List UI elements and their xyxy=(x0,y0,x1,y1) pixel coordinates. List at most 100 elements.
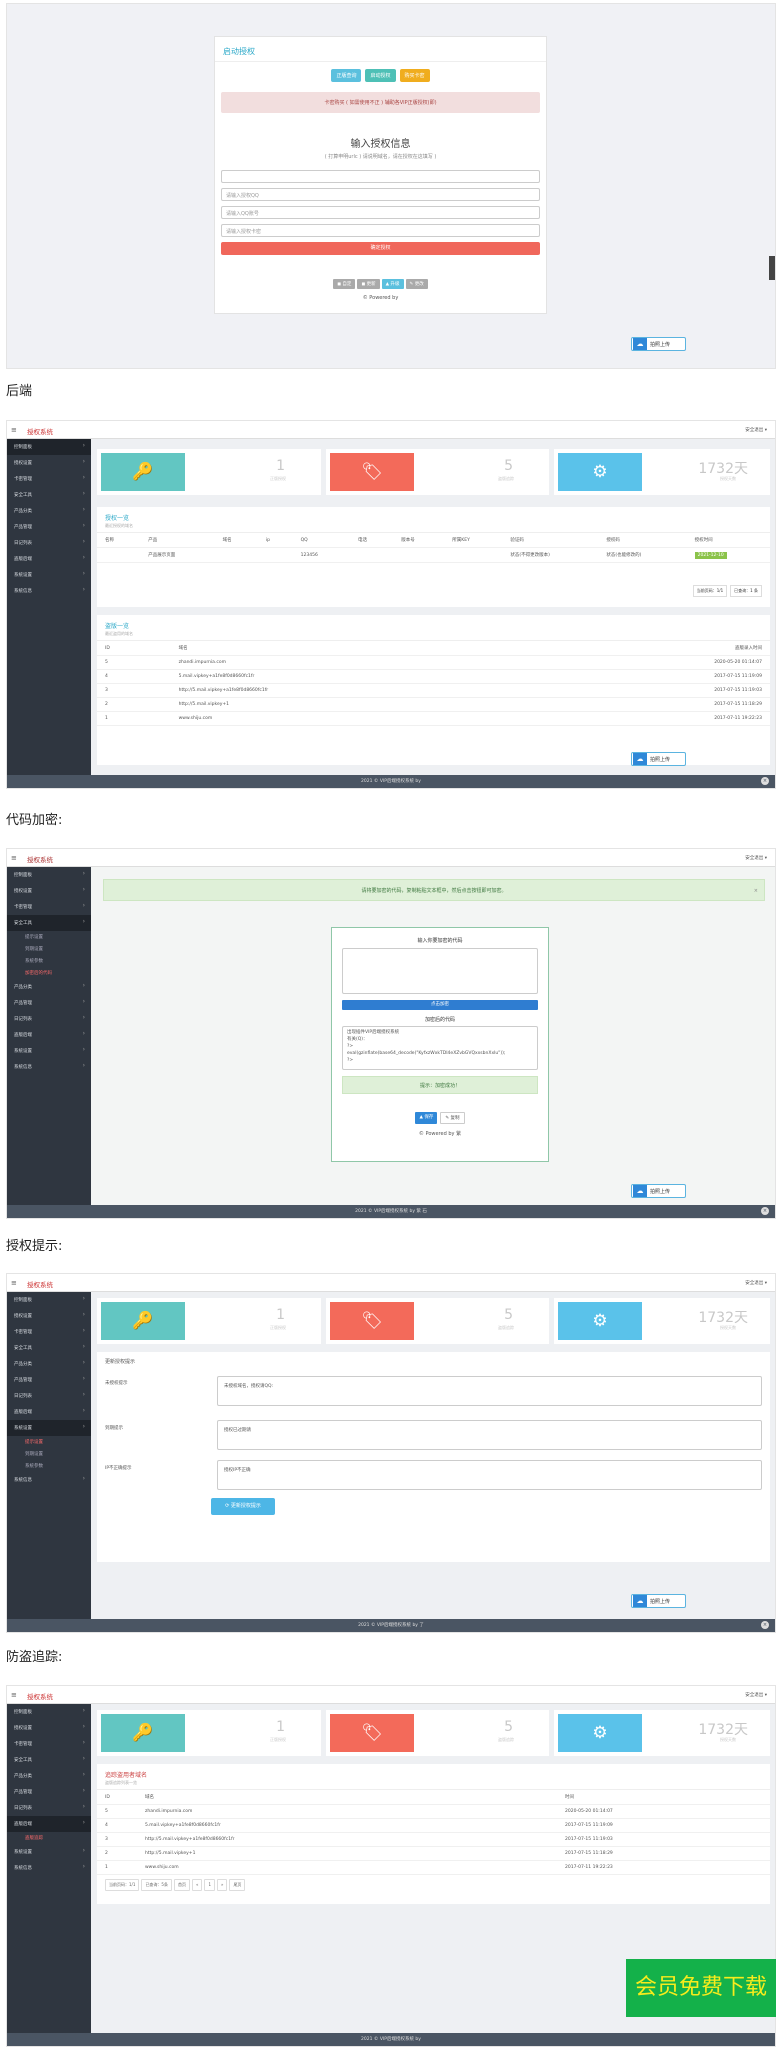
tool-button-2[interactable]: ◼ 更新 xyxy=(357,279,380,289)
logout-menu[interactable]: 安全退出 ▾ xyxy=(745,855,767,861)
sidebar-item-info[interactable]: 系统信息 xyxy=(7,1059,91,1075)
sidebar-sub-1[interactable]: 提示设置 xyxy=(7,931,91,943)
sidebar-item-info[interactable]: 系统信息 xyxy=(7,1860,91,1876)
sidebar-item-security[interactable]: 安全工具 xyxy=(7,1752,91,1768)
sidebar-item-category[interactable]: 产品分类 xyxy=(7,1356,91,1372)
sidebar-item-security[interactable]: 安全工具 xyxy=(7,487,91,503)
tool-button-3[interactable]: ▲ 升级 xyxy=(381,279,404,289)
sidebar-item-category[interactable]: 产品分类 xyxy=(7,979,91,995)
encrypt-button[interactable]: 点击加密 xyxy=(342,1000,538,1010)
close-icon[interactable]: × xyxy=(761,1207,769,1215)
update-tips-button[interactable]: ⟳ 更新授权提示 xyxy=(211,1498,275,1515)
tool-button-1[interactable]: ◼ 自定 xyxy=(333,279,356,289)
scroll-handle[interactable] xyxy=(769,256,775,280)
sidebar-item-dashboard[interactable]: 控制面板 xyxy=(7,1292,91,1308)
code-output[interactable]: 出现插件VIP后端授权系统 有关(Q)： ?> eval(gzinflate(b… xyxy=(342,1026,538,1070)
sidebar-item-piracy[interactable]: 盗版后端 xyxy=(7,551,91,567)
menu-icon[interactable]: ≡ xyxy=(11,854,17,862)
table-row[interactable]: 2 http://5.mail.vipkey+1 2017-07-15 11:18:… xyxy=(97,697,770,712)
sidebar-item-info[interactable]: 系统信息 xyxy=(7,1472,91,1488)
submit-auth-button[interactable]: 确定授权 xyxy=(221,242,540,255)
sidebar-item-auth[interactable]: 授权设置 xyxy=(7,455,91,471)
sidebar-item-cards[interactable]: 卡密管理 xyxy=(7,1736,91,1752)
sidebar-item-settings[interactable]: 系统设置 xyxy=(7,1844,91,1860)
sidebar-item-logs[interactable]: 日记列表 xyxy=(7,1011,91,1027)
last-page-button[interactable]: 尾页 xyxy=(229,1879,246,1891)
sidebar-sub-2[interactable]: 到期设置 xyxy=(7,943,91,955)
sidebar-item-dashboard[interactable]: 控制面板 xyxy=(7,439,91,455)
tool-button-4[interactable]: ✎ 更改 xyxy=(405,279,428,289)
sidebar-sub-3[interactable]: 系统参数 xyxy=(7,1460,91,1472)
start-auth-button[interactable]: 启动授权 xyxy=(365,69,396,82)
sidebar-item-category[interactable]: 产品分类 xyxy=(7,503,91,519)
table-row[interactable]: 4 5.mail.vipkey+a1fe8f0d8660fc1fr 2017-07-… xyxy=(97,1818,770,1833)
sidebar-item-dashboard[interactable]: 控制面板 xyxy=(7,867,91,883)
sidebar-item-settings[interactable]: 系统设置 xyxy=(7,1420,91,1436)
table-row[interactable]: 2 http://5.mail.vipkey+1 2017-07-15 11:18:… xyxy=(97,1846,770,1861)
sidebar-item-auth[interactable]: 授权设置 xyxy=(7,883,91,899)
sidebar-item-cards[interactable]: 卡密管理 xyxy=(7,1324,91,1340)
sidebar-sub-3[interactable]: 系统参数 xyxy=(7,955,91,967)
code-input[interactable] xyxy=(342,948,538,994)
sidebar-item-cards[interactable]: 卡密管理 xyxy=(7,899,91,915)
close-icon[interactable]: × xyxy=(761,1621,769,1629)
sidebar-item-products[interactable]: 产品管理 xyxy=(7,1784,91,1800)
upload-button[interactable]: ☁ 拍照上传 xyxy=(631,752,686,766)
card-key-input[interactable]: 请输入授权卡密 xyxy=(221,224,540,237)
unauth-tip-input[interactable]: 未授权域名，授权请QQ: xyxy=(217,1376,762,1406)
sidebar-item-settings[interactable]: 系统设置 xyxy=(7,567,91,583)
upload-button[interactable]: ☁ 拍照上传 xyxy=(631,1184,686,1198)
sidebar-item-logs[interactable]: 日记列表 xyxy=(7,1388,91,1404)
logout-menu[interactable]: 安全退出 ▾ xyxy=(745,1280,767,1286)
qq-input[interactable]: 请输入授权QQ xyxy=(221,188,540,201)
table-row[interactable]: 5 zhandi.impurnia.com 2020-05-20 01:14:07 xyxy=(97,1804,770,1819)
sidebar-item-dashboard[interactable]: 控制面板 xyxy=(7,1704,91,1720)
sidebar-sub-php-encrypt[interactable]: 加密后的代码 xyxy=(7,967,91,979)
query-button[interactable]: 正版查询 xyxy=(331,69,362,82)
table-row[interactable]: 1 www.shiju.com 2017-07-11 19:22:23 xyxy=(97,711,770,726)
sidebar-item-piracy[interactable]: 盗版后端 xyxy=(7,1027,91,1043)
ip-tip-input[interactable]: 授权IP不正确 xyxy=(217,1460,762,1490)
next-page-button[interactable]: » xyxy=(216,1879,228,1891)
buy-card-button[interactable]: 购买卡密 xyxy=(399,69,430,82)
table-row[interactable]: 3 http://5.mail.vipkey+a1fe8f0d8660fc1fr 2… xyxy=(97,683,770,698)
close-icon[interactable]: × xyxy=(754,880,758,902)
sidebar-sub-trace[interactable]: 盗版追踪 xyxy=(7,1832,91,1844)
table-row[interactable]: 5 zhandi.impurnia.com 2020-05-20 01:14:07 xyxy=(97,655,770,670)
sidebar-item-products[interactable]: 产品管理 xyxy=(7,1372,91,1388)
table-row[interactable]: 4 5.mail.vipkey+a1fe8f0d8660fc1fr 2017-07-… xyxy=(97,669,770,684)
sidebar-item-category[interactable]: 产品分类 xyxy=(7,1768,91,1784)
upload-button[interactable]: ☁ 拍照上传 xyxy=(631,1594,686,1608)
sidebar-item-auth[interactable]: 授权设置 xyxy=(7,1308,91,1324)
save-button[interactable]: ▲ 保存 xyxy=(415,1112,438,1124)
page-1-button[interactable]: 1 xyxy=(204,1879,215,1891)
table-row[interactable]: 1 www.shiju.com 2017-07-11 19:22:23 xyxy=(97,1860,770,1875)
close-icon[interactable]: × xyxy=(761,777,769,785)
table-row[interactable]: 3 http://5.mail.vipkey+a1fe8f0d8660fc1fr 2… xyxy=(97,1832,770,1847)
qq-account-input[interactable]: 请输入QQ账号 xyxy=(221,206,540,219)
prev-page-button[interactable]: « xyxy=(191,1879,203,1891)
upload-button[interactable]: ☁ 拍照上传 xyxy=(631,337,686,351)
sidebar-item-cards[interactable]: 卡密管理 xyxy=(7,471,91,487)
sidebar-item-security[interactable]: 安全工具 xyxy=(7,1340,91,1356)
logout-menu[interactable]: 安全退出 ▾ xyxy=(745,1692,767,1698)
sidebar-sub-1[interactable]: 提示设置 xyxy=(7,1436,91,1448)
sidebar-item-logs[interactable]: 日记列表 xyxy=(7,535,91,551)
sidebar-sub-2[interactable]: 到期设置 xyxy=(7,1448,91,1460)
sidebar-item-piracy[interactable]: 盗版后端 xyxy=(7,1404,91,1420)
first-page-button[interactable]: 首页 xyxy=(173,1879,190,1891)
expire-tip-input[interactable]: 授权已过期请 xyxy=(217,1420,762,1450)
copy-button[interactable]: ✎ 复制 xyxy=(440,1112,465,1124)
menu-icon[interactable]: ≡ xyxy=(11,1691,17,1699)
menu-icon[interactable]: ≡ xyxy=(11,1279,17,1287)
logout-menu[interactable]: 安全退出 ▾ xyxy=(745,427,767,433)
domain-input[interactable] xyxy=(221,170,540,183)
sidebar-item-security[interactable]: 安全工具 xyxy=(7,915,91,931)
sidebar-item-products[interactable]: 产品管理 xyxy=(7,995,91,1011)
menu-icon[interactable]: ≡ xyxy=(11,426,17,434)
table-row[interactable]: 产品展示页面 123456 状态(不得更改版本) 状态(也能修改的) 2021-12-… xyxy=(97,547,770,563)
sidebar-item-settings[interactable]: 系统设置 xyxy=(7,1043,91,1059)
sidebar-item-logs[interactable]: 日记列表 xyxy=(7,1800,91,1816)
sidebar-item-piracy[interactable]: 盗版后端 xyxy=(7,1816,91,1832)
sidebar-item-auth[interactable]: 授权设置 xyxy=(7,1720,91,1736)
